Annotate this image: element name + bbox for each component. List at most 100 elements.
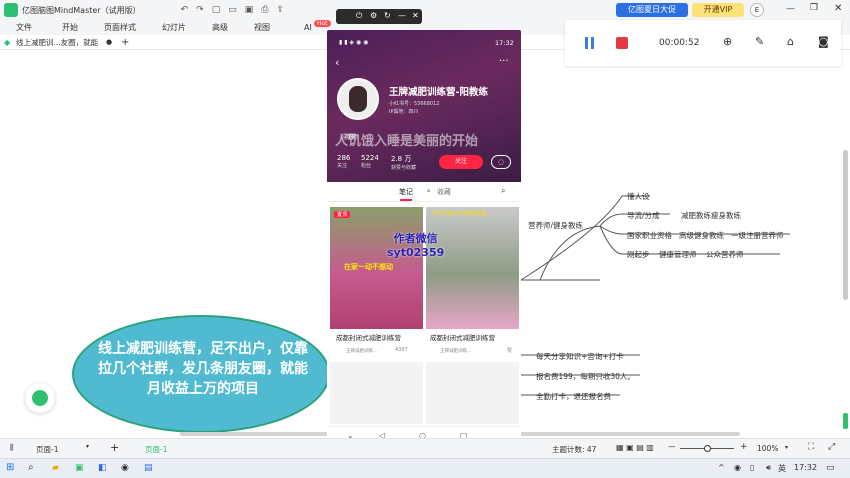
mindmaster-taskbar-icon[interactable]: ▣ [75, 463, 84, 473]
stat-followers[interactable]: 5224 粉丝 [361, 154, 379, 169]
add-page-icon[interactable]: + [110, 441, 119, 454]
zoom-in-icon[interactable]: + [740, 442, 748, 452]
settings-icon[interactable]: ⚙ [370, 11, 377, 20]
pen-icon[interactable]: ✎ [755, 35, 764, 48]
note-card-title[interactable]: 成都封闭式减肥训练营 [336, 332, 401, 342]
file-explorer-icon[interactable]: ▰ [52, 463, 59, 473]
menu-item-advanced[interactable]: 高级 [212, 22, 228, 33]
phone-mirror[interactable]: ▮ ▮ ◈ ◉ ◉ 17:32 ‹ ··· 王牌减肥训练营-阳教练 小红书号：5… [327, 30, 521, 447]
node-health-manager[interactable]: 健康管理师 [659, 249, 697, 260]
redo-icon[interactable]: ↷ [196, 5, 204, 15]
menu-item-view[interactable]: 视图 [254, 22, 270, 33]
notification-icon[interactable]: ▭ [826, 463, 835, 473]
new-tab-icon[interactable]: + [121, 37, 129, 48]
maximize-icon[interactable]: ❐ [810, 3, 818, 13]
save-icon[interactable]: ▣ [245, 5, 254, 15]
node-qualification[interactable]: 国家职业资格 [627, 230, 672, 241]
scroll-indicator [843, 413, 848, 429]
tab-favorites[interactable]: 收藏 [437, 187, 451, 197]
stat-following[interactable]: 286 关注 [337, 154, 350, 169]
node-refund[interactable]: 全勤打卡，退还报名费 [536, 391, 611, 402]
stop-record-icon[interactable] [616, 37, 628, 49]
central-topic[interactable]: 线上减肥训练营，足不出户，仅靠拉几个社群，发几条朋友圈，就能月收益上万的项目 [72, 315, 330, 433]
note-card-title[interactable]: 成都封闭式减肥训练营 [430, 332, 495, 342]
minimize-mirror-icon[interactable]: — [398, 11, 406, 20]
network-icon[interactable]: ▯ [750, 463, 754, 472]
note-card-placeholder[interactable] [330, 362, 423, 424]
search-icon[interactable]: ⌕ [501, 186, 505, 196]
fit-screen-icon[interactable]: ⛶ [808, 442, 814, 452]
vertical-scrollbar[interactable] [843, 150, 848, 300]
note-card-placeholder[interactable] [426, 362, 519, 424]
close-mirror-icon[interactable]: ✕ [412, 11, 419, 20]
node-nutritionist[interactable]: 一级注册营养师 [731, 230, 784, 241]
view-icons[interactable]: ▦ ▣ ▤ ▥ [616, 443, 654, 452]
app-title: 亿图脑图MindMaster（试用版） [22, 5, 141, 15]
more-icon[interactable]: ··· [499, 56, 509, 67]
volume-icon[interactable]: 🔊︎ [766, 463, 771, 473]
document-tab[interactable]: 线上减肥训...友圈，就能 [16, 37, 98, 48]
avatar[interactable]: E [750, 3, 764, 17]
message-icon[interactable]: ◌ [491, 155, 511, 169]
profile-avatar[interactable] [337, 78, 379, 120]
export-icon[interactable]: ⇪ [276, 5, 284, 15]
close-icon[interactable]: ✕ [834, 3, 842, 14]
node-starter[interactable]: 刚起步 [627, 249, 650, 260]
tab-close-icon[interactable]: ● [106, 38, 112, 46]
power-icon[interactable]: ⏻ [356, 11, 362, 21]
tray-chevron-icon[interactable]: ^ [718, 463, 725, 472]
new-file-icon[interactable]: ▢ [212, 5, 221, 15]
sound-icon[interactable]: ◉ [734, 463, 741, 472]
search-icon[interactable]: ⌕ [28, 462, 34, 473]
title-bar: 亿图脑图MindMaster（试用版） ↶ ↷ ▢ ▭ ▣ ⎙ ⇪ 亿图夏日大促… [0, 0, 850, 20]
zoom-slider-knob[interactable] [704, 445, 711, 452]
print-icon[interactable]: ⎙ [261, 5, 268, 15]
menu-item-start[interactable]: 开始 [62, 22, 78, 33]
windows-taskbar: ⊞ ⌕ ▰ ▣ ◧ ◉ ▤ ^ ◉ ▯ 🔊︎ 英 17:32 ▭ [0, 458, 850, 478]
chevron-down-icon[interactable]: ▾ [86, 443, 89, 450]
assistant-button[interactable] [25, 383, 55, 413]
pause-icon[interactable] [585, 37, 588, 49]
node-daily-share[interactable]: 每天分享知识+咨询+打卡 [536, 351, 624, 362]
undo-icon[interactable]: ↶ [181, 5, 189, 15]
zoom-dropdown-icon[interactable]: ▾ [785, 444, 788, 451]
branch-main-node[interactable]: 营养师/健身教练 [528, 220, 583, 231]
app2-taskbar-icon[interactable]: ▤ [144, 463, 153, 473]
app-taskbar-icon[interactable]: ◧ [98, 463, 107, 473]
minimize-icon[interactable]: — [786, 4, 795, 14]
zoom-icon[interactable]: ⊕ [723, 35, 732, 48]
open-folder-icon[interactable]: ▭ [228, 5, 237, 15]
menu-item-file[interactable]: 文件 [16, 22, 32, 33]
note-card-image[interactable]: 世界小姐北京中国体验营 [426, 207, 519, 329]
rotate-icon[interactable]: ↻ [384, 11, 391, 20]
clock[interactable]: 17:32 [794, 463, 817, 472]
ime-indicator[interactable]: 英 [778, 463, 786, 474]
zoom-level[interactable]: 100% [757, 444, 778, 453]
fullscreen-icon[interactable]: ⤢ [828, 442, 835, 452]
node-senior-coach[interactable]: 高级健身教练 [679, 230, 724, 241]
vip-button[interactable]: 开通VIP [692, 3, 744, 17]
document-icon: ◆ [4, 37, 11, 47]
node-public-nutritionist[interactable]: 公众营养师 [706, 249, 744, 260]
stat-likes[interactable]: 2.8 万 获赞与收藏 [391, 154, 416, 171]
home-icon[interactable]: ⌂ [787, 35, 794, 48]
promo-button[interactable]: 亿图夏日大促 [616, 3, 688, 17]
zoom-out-icon[interactable]: — [668, 442, 676, 451]
camera-icon[interactable]: ◙ [818, 35, 829, 48]
windows-start-icon[interactable]: ⊞ [6, 462, 14, 473]
node-coach[interactable]: 减肥教练瘦身教练 [681, 210, 741, 221]
node-traffic[interactable]: 导流/分成 [627, 210, 660, 221]
page-select[interactable]: 页面-1 [36, 444, 58, 455]
note-card-image[interactable]: 置顶 在家一动不想动 [330, 207, 423, 329]
menu-item-slides[interactable]: 幻灯片 [162, 22, 186, 33]
menu-item-ai[interactable]: AI [304, 23, 312, 32]
node-fee[interactable]: 报名费199，每期只收30人。 [536, 371, 635, 382]
follow-button[interactable]: 关注 [439, 155, 483, 169]
back-icon[interactable]: ‹ [335, 56, 339, 69]
page-tab[interactable]: 页面-1 [145, 444, 167, 455]
tab-notes[interactable]: 笔记 [399, 187, 413, 197]
browser-taskbar-icon[interactable]: ◉ [121, 463, 129, 473]
node-persona[interactable]: 懂人设 [627, 191, 650, 202]
menu-item-page-style[interactable]: 页面样式 [104, 22, 136, 33]
panel-toggle-icon[interactable]: ⫼ [10, 443, 14, 453]
